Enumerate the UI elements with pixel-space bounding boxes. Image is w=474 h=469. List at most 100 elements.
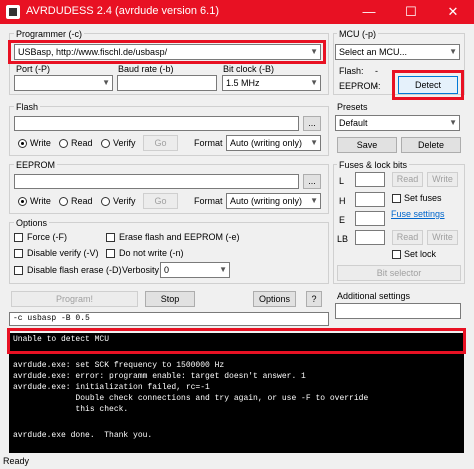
stop-button[interactable]: Stop bbox=[145, 291, 195, 307]
flash-format-label: Format bbox=[194, 138, 223, 148]
eeprom-go-button[interactable]: Go bbox=[143, 193, 178, 209]
set-fuses-checkbox[interactable] bbox=[392, 194, 401, 203]
fuse-settings-link[interactable]: Fuse settings bbox=[391, 209, 445, 219]
chevron-down-icon: ▼ bbox=[102, 78, 110, 87]
programmer-group-label: Programmer (-c) bbox=[14, 29, 85, 39]
erase-checkbox[interactable] bbox=[106, 233, 115, 242]
chevron-down-icon: ▼ bbox=[219, 265, 227, 274]
eeprom-format-select[interactable]: Auto (writing only) ▼ bbox=[226, 193, 321, 209]
bit-clock-select[interactable]: 1.5 MHz ▼ bbox=[222, 75, 321, 91]
verbosity-select[interactable]: 0 ▼ bbox=[160, 262, 230, 278]
close-button[interactable]: ✕ bbox=[432, 0, 474, 24]
bit-clock-value: 1.5 MHz bbox=[226, 78, 260, 88]
options-group-label: Options bbox=[14, 218, 50, 228]
eeprom-verify-radio[interactable] bbox=[101, 197, 110, 206]
window-title: AVRDUDESS 2.4 (avrdude version 6.1) bbox=[26, 5, 219, 17]
help-button[interactable]: ? bbox=[306, 291, 322, 307]
flash-read-label: Read bbox=[71, 138, 93, 148]
fuse-read-button[interactable]: Read bbox=[392, 172, 423, 187]
flash-group-label: Flash bbox=[14, 102, 41, 112]
no-write-checkbox[interactable] bbox=[106, 249, 115, 258]
flash-format-select[interactable]: Auto (writing only) ▼ bbox=[226, 135, 321, 151]
disable-erase-label: Disable flash erase (-D) bbox=[27, 265, 122, 275]
bit-selector-button[interactable]: Bit selector bbox=[337, 265, 461, 281]
verbosity-label: Verbosity bbox=[122, 265, 160, 275]
title-bar[interactable]: AVRDUDESS 2.4 (avrdude version 6.1) — ☐ … bbox=[0, 0, 474, 24]
mcu-flash-value: - bbox=[375, 66, 378, 76]
status-text: Ready bbox=[3, 456, 30, 466]
eeprom-browse-button[interactable]: ... bbox=[303, 174, 321, 189]
fuse-lb-label: LB bbox=[337, 234, 349, 244]
eeprom-format-label: Format bbox=[194, 196, 223, 206]
command-line-field[interactable]: -c usbasp -B 0.5 bbox=[9, 312, 329, 326]
presets-label: Presets bbox=[337, 102, 368, 112]
fuse-lb-input[interactable] bbox=[355, 230, 385, 245]
flash-file-input[interactable] bbox=[14, 116, 299, 131]
lock-write-button[interactable]: Write bbox=[427, 230, 458, 245]
mcu-select[interactable]: Select an MCU... ▼ bbox=[335, 44, 460, 60]
flash-write-radio[interactable] bbox=[18, 139, 27, 148]
additional-settings-label: Additional settings bbox=[337, 291, 411, 301]
console-line: avrdude.exe done. Thank you. bbox=[13, 431, 153, 440]
set-lock-label: Set lock bbox=[404, 249, 437, 259]
options-button[interactable]: Options bbox=[253, 291, 296, 307]
set-fuses-label: Set fuses bbox=[404, 193, 442, 203]
eeprom-verify-label: Verify bbox=[113, 196, 136, 206]
additional-settings-input[interactable] bbox=[335, 303, 461, 319]
verbosity-value: 0 bbox=[164, 265, 170, 275]
lock-read-button[interactable]: Read bbox=[392, 230, 423, 245]
preset-save-button[interactable]: Save bbox=[337, 137, 397, 153]
eeprom-file-input[interactable] bbox=[14, 174, 299, 189]
fuse-h-input[interactable] bbox=[355, 192, 385, 207]
chevron-down-icon: ▼ bbox=[310, 78, 318, 87]
fuse-e-label: E bbox=[339, 215, 346, 225]
flash-format-value: Auto (writing only) bbox=[230, 138, 303, 148]
program-button[interactable]: Program! bbox=[11, 291, 138, 307]
console-line: this check. bbox=[13, 405, 129, 414]
console-line: avrdude.exe: initialization failed, rc=-… bbox=[13, 383, 210, 392]
eeprom-read-radio[interactable] bbox=[59, 197, 68, 206]
baud-rate-input[interactable] bbox=[117, 75, 217, 91]
eeprom-group-label: EEPROM bbox=[14, 160, 58, 170]
disable-erase-checkbox[interactable] bbox=[14, 266, 23, 275]
mcu-group-label: MCU (-p) bbox=[337, 29, 378, 39]
preset-delete-button[interactable]: Delete bbox=[401, 137, 461, 153]
flash-go-button[interactable]: Go bbox=[143, 135, 178, 151]
console-line: Double check connections and try again, … bbox=[13, 394, 369, 403]
avr-chip-icon[interactable] bbox=[6, 5, 20, 19]
port-label: Port (-P) bbox=[16, 64, 51, 74]
flash-write-label: Write bbox=[30, 138, 51, 148]
erase-label: Erase flash and EEPROM (-e) bbox=[119, 232, 240, 242]
programmer-highlight-box bbox=[8, 40, 326, 64]
disable-verify-label: Disable verify (-V) bbox=[27, 248, 99, 258]
mcu-selected-value: Select an MCU... bbox=[339, 47, 408, 57]
flash-verify-radio[interactable] bbox=[101, 139, 110, 148]
baud-rate-label: Baud rate (-b) bbox=[118, 64, 174, 74]
chevron-down-icon: ▼ bbox=[310, 138, 318, 147]
flash-browse-button[interactable]: ... bbox=[303, 116, 321, 131]
set-lock-checkbox[interactable] bbox=[392, 250, 401, 259]
force-checkbox[interactable] bbox=[14, 233, 23, 242]
chevron-down-icon: ▼ bbox=[310, 196, 318, 205]
eeprom-read-label: Read bbox=[71, 196, 93, 206]
disable-verify-checkbox[interactable] bbox=[14, 249, 23, 258]
presets-selected-value: Default bbox=[339, 118, 368, 128]
port-select[interactable]: ▼ bbox=[14, 75, 113, 91]
eeprom-write-radio[interactable] bbox=[18, 197, 27, 206]
console-line: avrdude.exe: error: programm enable: tar… bbox=[13, 372, 306, 381]
fuse-l-input[interactable] bbox=[355, 172, 385, 187]
status-bar: Ready bbox=[0, 455, 474, 469]
minimize-button[interactable]: — bbox=[348, 0, 390, 24]
presets-select[interactable]: Default ▼ bbox=[335, 115, 460, 131]
chevron-down-icon: ▼ bbox=[449, 118, 457, 127]
flash-read-radio[interactable] bbox=[59, 139, 68, 148]
chevron-down-icon: ▼ bbox=[449, 47, 457, 56]
maximize-button[interactable]: ☐ bbox=[390, 0, 432, 24]
fuse-h-label: H bbox=[339, 196, 346, 206]
eeprom-write-label: Write bbox=[30, 196, 51, 206]
flash-verify-label: Verify bbox=[113, 138, 136, 148]
fuse-l-label: L bbox=[339, 176, 345, 186]
fuse-write-button[interactable]: Write bbox=[427, 172, 458, 187]
force-label: Force (-F) bbox=[27, 232, 67, 242]
fuse-e-input[interactable] bbox=[355, 211, 385, 226]
